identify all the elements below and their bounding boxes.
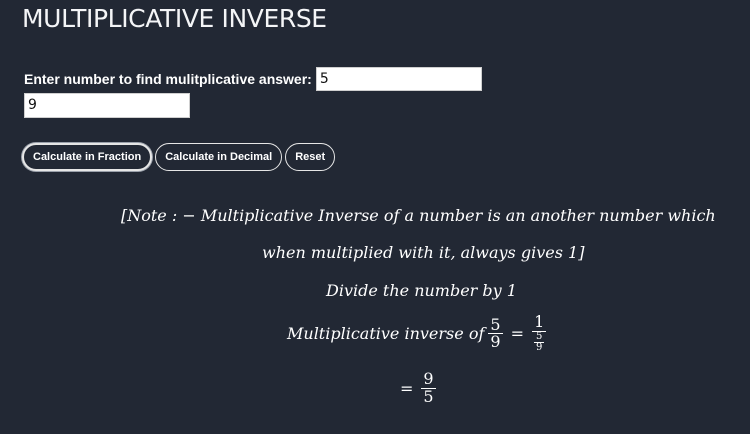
reciprocal-numerator: 1 <box>534 312 545 331</box>
reciprocal-denominator: 5 9 <box>532 330 546 354</box>
reciprocal-fraction: 1 5 9 <box>531 312 547 354</box>
result-equals-sign: = <box>400 378 414 398</box>
result-numerator: 9 <box>423 369 434 388</box>
action-buttons: Calculate in Fraction Calculate in Decim… <box>22 143 336 171</box>
calculate-fraction-button[interactable]: Calculate in Fraction <box>22 143 153 171</box>
inner-denominator: 9 <box>535 342 543 354</box>
page-title: MULTIPLICATIVE INVERSE <box>22 4 327 33</box>
note-line-1: [Note : − Multiplicative Inverse of a nu… <box>121 206 716 225</box>
note-line-2: when multiplied with it, always gives 1] <box>262 243 585 262</box>
inverse-label: Multiplicative inverse of <box>287 324 485 344</box>
result-denominator: 5 <box>423 386 434 406</box>
numerator-input[interactable]: 5 <box>315 67 482 91</box>
denominator-input[interactable]: 9 <box>24 93 190 118</box>
reset-button[interactable]: Reset <box>285 143 336 171</box>
inner-fraction: 5 9 <box>533 330 545 354</box>
result-expression: = 9 5 <box>400 369 436 406</box>
original-numerator: 5 <box>490 314 501 334</box>
equals-sign: = <box>510 324 524 344</box>
original-denominator: 9 <box>490 332 501 352</box>
calculate-decimal-button[interactable]: Calculate in Decimal <box>155 143 283 171</box>
inverse-expression: Multiplicative inverse of 5 9 = 1 5 9 <box>287 312 547 354</box>
original-fraction: 5 9 <box>488 314 503 352</box>
numerator-row: Enter number to find mulitplicative answ… <box>24 67 482 91</box>
divide-instruction: Divide the number by 1 <box>326 281 517 300</box>
prompt-label: Enter number to find mulitplicative answ… <box>24 71 312 87</box>
result-fraction: 9 5 <box>421 369 436 406</box>
inner-numerator: 5 <box>535 330 543 342</box>
